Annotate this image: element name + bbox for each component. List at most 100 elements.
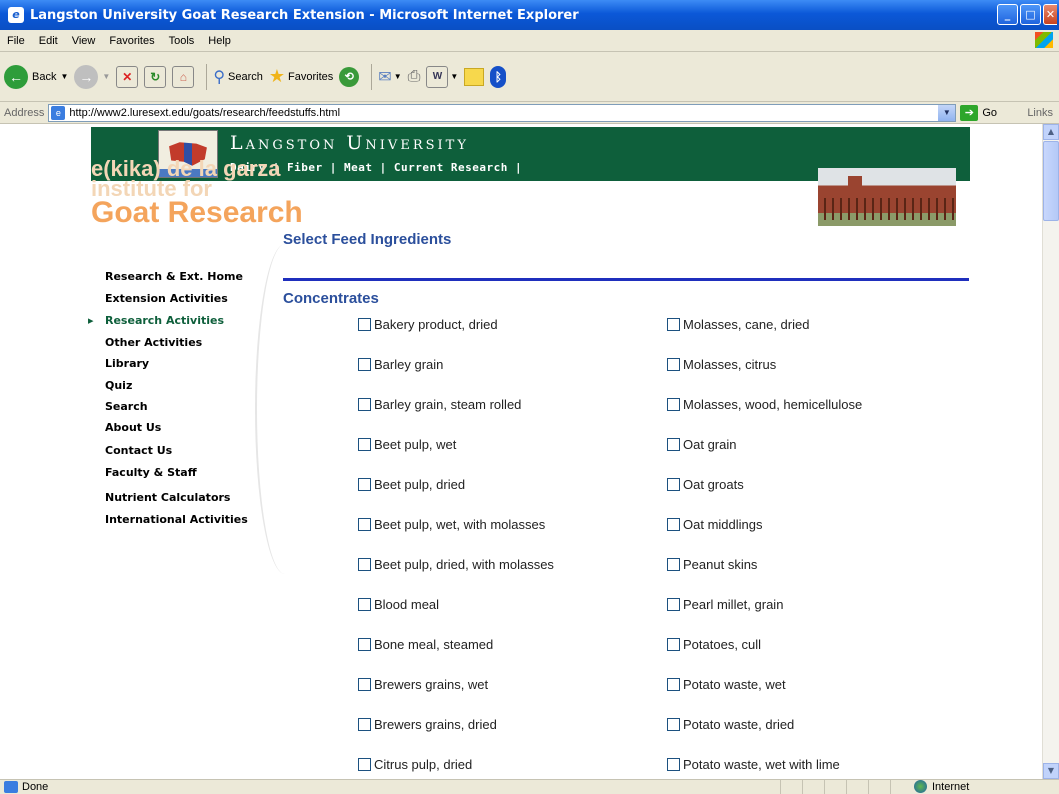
sidebar-item-research[interactable]: Research Activities	[88, 314, 224, 327]
forward-button[interactable]: → ▼	[74, 64, 110, 89]
scroll-thumb[interactable]	[1043, 141, 1059, 221]
go-arrow-icon: ➔	[960, 104, 979, 121]
ingredient-checkbox[interactable]	[667, 718, 680, 731]
ingredient-checkbox[interactable]	[358, 398, 371, 411]
ingredient-checkbox[interactable]	[358, 318, 371, 331]
stop-icon: ✕	[116, 65, 139, 88]
ingredient-option[interactable]: Molasses, wood, hemicellulose	[667, 397, 862, 412]
ingredient-checkbox[interactable]	[667, 598, 680, 611]
ingredient-option[interactable]: Oat middlings	[667, 517, 762, 532]
sidebar-item-extension[interactable]: Extension Activities	[105, 292, 228, 305]
ingredient-option[interactable]: Brewers grains, dried	[358, 717, 497, 732]
forward-arrow-icon: →	[74, 64, 99, 89]
ingredient-option[interactable]: Potato waste, dried	[667, 717, 794, 732]
ingredient-option[interactable]: Beet pulp, dried	[358, 477, 465, 492]
ingredient-option[interactable]: Citrus pulp, dried	[358, 757, 472, 772]
address-input[interactable]: e http://www2.luresext.edu/goats/researc…	[48, 103, 957, 122]
ingredient-checkbox[interactable]	[358, 478, 371, 491]
edit-button[interactable]: W ▼	[426, 65, 458, 88]
ingredient-checkbox[interactable]	[667, 358, 680, 371]
nav-current-research[interactable]: Current Research	[394, 161, 508, 174]
ingredient-checkbox[interactable]	[358, 758, 371, 771]
menu-help[interactable]: Help	[201, 35, 238, 47]
close-button[interactable]: ✕	[1043, 4, 1057, 25]
sidebar-item-about[interactable]: About Us	[105, 421, 161, 434]
ingredient-checkbox[interactable]	[358, 678, 371, 691]
ingredient-checkbox[interactable]	[667, 558, 680, 571]
ingredient-checkbox[interactable]	[667, 478, 680, 491]
scroll-down-icon[interactable]: ▼	[1043, 763, 1059, 779]
sidebar-item-faculty[interactable]: Faculty & Staff	[105, 466, 197, 479]
ingredient-checkbox[interactable]	[358, 518, 371, 531]
ingredient-checkbox[interactable]	[358, 558, 371, 571]
toolbar-separator	[371, 63, 373, 90]
ingredient-option[interactable]: Brewers grains, wet	[358, 677, 488, 692]
ingredient-option[interactable]: Oat groats	[667, 477, 744, 492]
ingredient-option[interactable]: Beet pulp, wet	[358, 437, 456, 452]
address-dropdown-icon[interactable]: ▼	[938, 104, 956, 121]
ingredient-option[interactable]: Bone meal, steamed	[358, 637, 493, 652]
ingredient-option[interactable]: Peanut skins	[667, 557, 757, 572]
ingredient-option[interactable]: Potato waste, wet with lime	[667, 757, 840, 772]
stop-button[interactable]: ✕	[116, 65, 139, 88]
ingredient-checkbox[interactable]	[358, 358, 371, 371]
favorites-button[interactable]: ★ Favorites	[269, 66, 333, 87]
chevron-down-icon: ▼	[60, 72, 69, 81]
menu-file[interactable]: File	[0, 35, 32, 47]
ingredient-option[interactable]: Molasses, citrus	[667, 357, 776, 372]
ingredient-checkbox[interactable]	[667, 678, 680, 691]
ingredient-checkbox[interactable]	[358, 438, 371, 451]
back-button[interactable]: ← Back ▼	[4, 64, 69, 89]
sidebar-item-nutrient[interactable]: Nutrient Calculators	[105, 491, 230, 504]
maximize-button[interactable]: □	[1020, 4, 1041, 25]
print-button[interactable]: ⎙	[408, 68, 421, 86]
sidebar-item-library[interactable]: Library	[105, 357, 149, 370]
ingredient-checkbox[interactable]	[667, 398, 680, 411]
sidebar-item-quiz[interactable]: Quiz	[105, 379, 132, 392]
ingredient-checkbox[interactable]	[667, 518, 680, 531]
ingredient-checkbox[interactable]	[358, 638, 371, 651]
nav-fiber[interactable]: Fiber	[287, 161, 323, 174]
bluetooth-button[interactable]: ᛒ	[490, 65, 507, 88]
minimize-button[interactable]: _	[997, 4, 1018, 25]
home-button[interactable]: ⌂	[172, 65, 195, 88]
sidebar-item-other[interactable]: Other Activities	[105, 336, 202, 349]
ingredient-checkbox[interactable]	[667, 438, 680, 451]
history-button[interactable]: ⟲	[339, 66, 360, 87]
menu-edit[interactable]: Edit	[32, 35, 65, 47]
nav-meat[interactable]: Meat	[344, 161, 373, 174]
security-zone: Internet	[914, 780, 969, 793]
menu-favorites[interactable]: Favorites	[102, 35, 161, 47]
ingredient-option[interactable]: Molasses, cane, dried	[667, 317, 809, 332]
sidebar-item-international[interactable]: International Activities	[105, 513, 248, 526]
ingredient-option[interactable]: Potato waste, wet	[667, 677, 786, 692]
ingredient-checkbox[interactable]	[667, 638, 680, 651]
menu-view[interactable]: View	[65, 35, 103, 47]
ingredient-option[interactable]: Beet pulp, wet, with molasses	[358, 517, 545, 532]
ingredient-option[interactable]: Blood meal	[358, 597, 439, 612]
sidebar-item-search[interactable]: Search	[105, 400, 148, 413]
ingredient-checkbox[interactable]	[358, 718, 371, 731]
notes-button[interactable]	[464, 67, 485, 86]
go-button[interactable]: ➔ Go	[960, 104, 997, 121]
ingredient-option[interactable]: Pearl millet, grain	[667, 597, 783, 612]
vertical-scrollbar[interactable]: ▲ ▼	[1042, 124, 1059, 779]
ingredient-option[interactable]: Bakery product, dried	[358, 317, 498, 332]
refresh-button[interactable]: ↻	[144, 65, 167, 88]
mail-button[interactable]: ✉ ▼	[378, 67, 401, 87]
ingredient-option[interactable]: Beet pulp, dried, with molasses	[358, 557, 554, 572]
ingredient-option[interactable]: Potatoes, cull	[667, 637, 761, 652]
sidebar-item-contact[interactable]: Contact Us	[105, 444, 172, 457]
toolbar-separator	[206, 63, 208, 90]
search-button[interactable]: ⚲ Search	[213, 67, 263, 87]
scroll-up-icon[interactable]: ▲	[1043, 124, 1059, 140]
ingredient-option[interactable]: Barley grain, steam rolled	[358, 397, 521, 412]
ingredient-checkbox[interactable]	[667, 758, 680, 771]
sidebar-item-home[interactable]: Research & Ext. Home	[105, 270, 243, 283]
ingredient-option[interactable]: Barley grain	[358, 357, 443, 372]
ingredient-checkbox[interactable]	[358, 598, 371, 611]
links-button[interactable]: Links	[1027, 107, 1053, 119]
menu-tools[interactable]: Tools	[162, 35, 202, 47]
ingredient-option[interactable]: Oat grain	[667, 437, 736, 452]
ingredient-checkbox[interactable]	[667, 318, 680, 331]
